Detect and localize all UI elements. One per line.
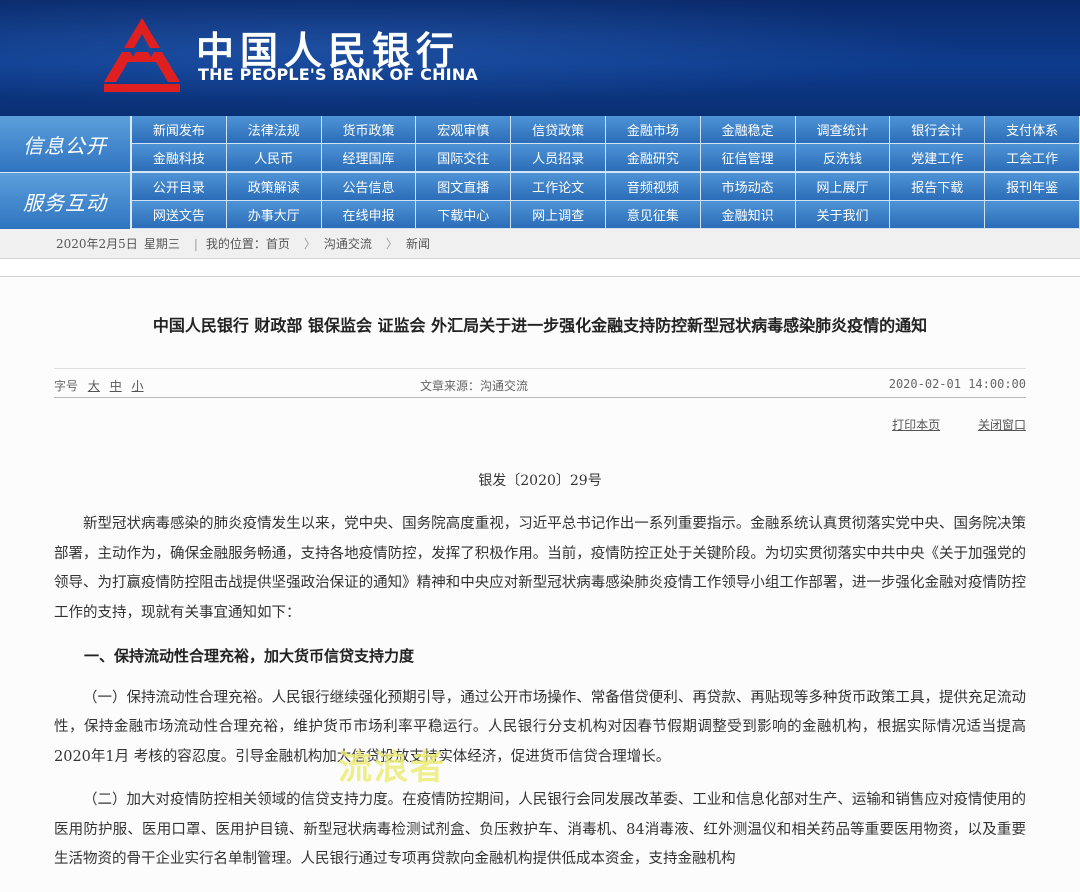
font-size-small[interactable]: 小: [132, 379, 144, 393]
font-size-medium[interactable]: 中: [110, 379, 122, 393]
divider: [0, 259, 1080, 277]
chevron-right-icon: 〉: [385, 237, 398, 251]
pboc-logo-icon[interactable]: [100, 18, 184, 92]
section-heading: 一、保持流动性合理充裕，加大货币信贷支持力度: [84, 647, 415, 665]
nav-service-item-4[interactable]: 工作论文: [511, 173, 606, 201]
nav-info-item-1[interactable]: 法律法规: [226, 116, 322, 144]
nav-info-item-6[interactable]: 金融稳定: [700, 116, 796, 144]
nav-service-empty-cell: [890, 201, 986, 229]
nav-info-item-17[interactable]: 反洗钱: [795, 144, 891, 172]
paragraph-intro: 新型冠状病毒感染的肺炎疫情发生以来，党中央、国务院高度重视，习近平总书记作出一系…: [54, 516, 1026, 621]
nav-info-item-10[interactable]: 金融科技: [132, 144, 227, 172]
nav-info-item-0[interactable]: 新闻发布: [132, 116, 227, 144]
nav-service-item-10[interactable]: 网送文告: [132, 201, 227, 229]
nav-service-item-6[interactable]: 市场动态: [700, 173, 796, 201]
font-size-large[interactable]: 大: [88, 379, 100, 393]
header-banner: 中国人民银行 THE PEOPLE'S BANK OF CHINA: [0, 0, 1080, 116]
nav-info-item-2[interactable]: 货币政策: [321, 116, 417, 144]
close-window-link[interactable]: 关闭窗口: [978, 418, 1026, 432]
nav-service-item-9[interactable]: 报刊年鉴: [985, 173, 1080, 201]
nav-info-item-8[interactable]: 银行会计: [890, 116, 986, 144]
nav-section-label-info[interactable]: 信息公开: [0, 116, 130, 172]
nav-info-item-14[interactable]: 人员招录: [511, 144, 606, 172]
breadcrumb-level1[interactable]: 沟通交流: [324, 235, 372, 252]
document-number: 银发〔2020〕29号: [478, 473, 602, 489]
nav-grid-service: 公开目录 政策解读 公告信息 图文直播 工作论文 音频视频 市场动态 网上展厅 报告下载 报刊年鉴…: [132, 173, 1080, 229]
nav-service-item-0[interactable]: 公开目录: [132, 173, 227, 201]
article-date: 2020-02-01 14:00:00: [888, 377, 1026, 391]
watermark: 流浪者: [338, 748, 446, 788]
nav-info-item-4[interactable]: 信贷政策: [511, 116, 606, 144]
article-body: 新型冠状病毒感染的肺炎疫情发生以来，党中央、国务院高度重视，习近平总书记作出一系…: [54, 510, 1026, 889]
article: 中国人民银行 财政部 银保监会 证监会 外汇局关于进一步强化金融支持防控新型冠状…: [0, 278, 1080, 892]
bank-name-en: THE PEOPLE'S BANK OF CHINA: [198, 65, 479, 84]
nav-info-item-5[interactable]: 金融市场: [605, 116, 701, 144]
font-size-controls: 字号 大 中 小: [54, 377, 144, 394]
nav-info-item-16[interactable]: 征信管理: [700, 144, 796, 172]
nav-service-item-17[interactable]: 关于我们: [795, 201, 891, 229]
nav-info-item-11[interactable]: 人民币: [226, 144, 322, 172]
nav-section-service: 服务互动 公开目录 政策解读 公告信息 图文直播 工作论文 音频视频 市场动态 网上展厅 报告下…: [0, 173, 1080, 229]
print-link[interactable]: 打印本页: [892, 418, 940, 432]
breadcrumb-home[interactable]: 我的位置：首页: [206, 235, 290, 252]
breadcrumb-level2[interactable]: 新闻: [406, 235, 430, 252]
font-size-label: 字号: [54, 379, 79, 393]
main-navigation: 信息公开 新闻发布 法律法规 货币政策 宏观审慎 信贷政策 金融市场 金融稳定 调查统计 银行会…: [0, 116, 1080, 229]
nav-info-item-13[interactable]: 国际交往: [416, 144, 512, 172]
nav-service-empty-cell: [985, 201, 1080, 229]
breadcrumb: 2020年2月5日 星期三 | 我的位置：首页 〉 沟通交流 〉 新闻: [0, 229, 1080, 259]
nav-section-info: 信息公开 新闻发布 法律法规 货币政策 宏观审慎 信贷政策 金融市场 金融稳定 调查统计 银行会…: [0, 116, 1080, 172]
article-meta: 字号 大 中 小 文章来源：沟通交流 2020-02-01 14:00:00: [54, 368, 1026, 398]
nav-service-item-1[interactable]: 政策解读: [226, 173, 322, 201]
nav-grid-info: 新闻发布 法律法规 货币政策 宏观审慎 信贷政策 金融市场 金融稳定 调查统计 银行会计 支付体系…: [132, 116, 1080, 172]
article-title: 中国人民银行 财政部 银保监会 证监会 外汇局关于进一步强化金融支持防控新型冠状…: [152, 316, 928, 335]
nav-service-item-14[interactable]: 网上调查: [511, 201, 606, 229]
nav-service-item-5[interactable]: 音频视频: [605, 173, 701, 201]
nav-service-item-8[interactable]: 报告下载: [890, 173, 986, 201]
paragraph-1: （一）保持流动性合理充裕。人民银行继续强化预期引导，通过公开市场操作、常备借贷便…: [54, 689, 1026, 765]
nav-info-item-7[interactable]: 调查统计: [795, 116, 891, 144]
nav-section-label-service[interactable]: 服务互动: [0, 173, 130, 229]
article-tools: 打印本页 关闭窗口: [858, 416, 1026, 433]
current-weekday: 星期三: [143, 237, 180, 251]
breadcrumb-divider: |: [193, 236, 198, 251]
nav-service-item-12[interactable]: 在线申报: [321, 201, 417, 229]
article-source: 文章来源：沟通交流: [420, 379, 529, 393]
nav-info-item-3[interactable]: 宏观审慎: [416, 116, 512, 144]
nav-service-item-7[interactable]: 网上展厅: [795, 173, 891, 201]
nav-info-item-19[interactable]: 工会工作: [985, 144, 1080, 172]
nav-info-item-9[interactable]: 支付体系: [985, 116, 1080, 144]
paragraph-2: （二）加大对疫情防控相关领域的信贷支持力度。在疫情防控期间，人民银行会同发展改革…: [54, 792, 1026, 867]
nav-service-item-16[interactable]: 金融知识: [700, 201, 796, 229]
nav-info-item-18[interactable]: 党建工作: [890, 144, 986, 172]
nav-service-item-11[interactable]: 办事大厅: [226, 201, 322, 229]
nav-info-item-12[interactable]: 经理国库: [321, 144, 417, 172]
nav-info-item-15[interactable]: 金融研究: [605, 144, 701, 172]
nav-service-item-13[interactable]: 下载中心: [416, 201, 512, 229]
nav-service-item-2[interactable]: 公告信息: [321, 173, 417, 201]
current-date: 2020年2月5日: [56, 237, 138, 251]
chevron-right-icon: 〉: [303, 237, 316, 251]
nav-service-item-3[interactable]: 图文直播: [416, 173, 512, 201]
nav-service-item-15[interactable]: 意见征集: [605, 201, 701, 229]
